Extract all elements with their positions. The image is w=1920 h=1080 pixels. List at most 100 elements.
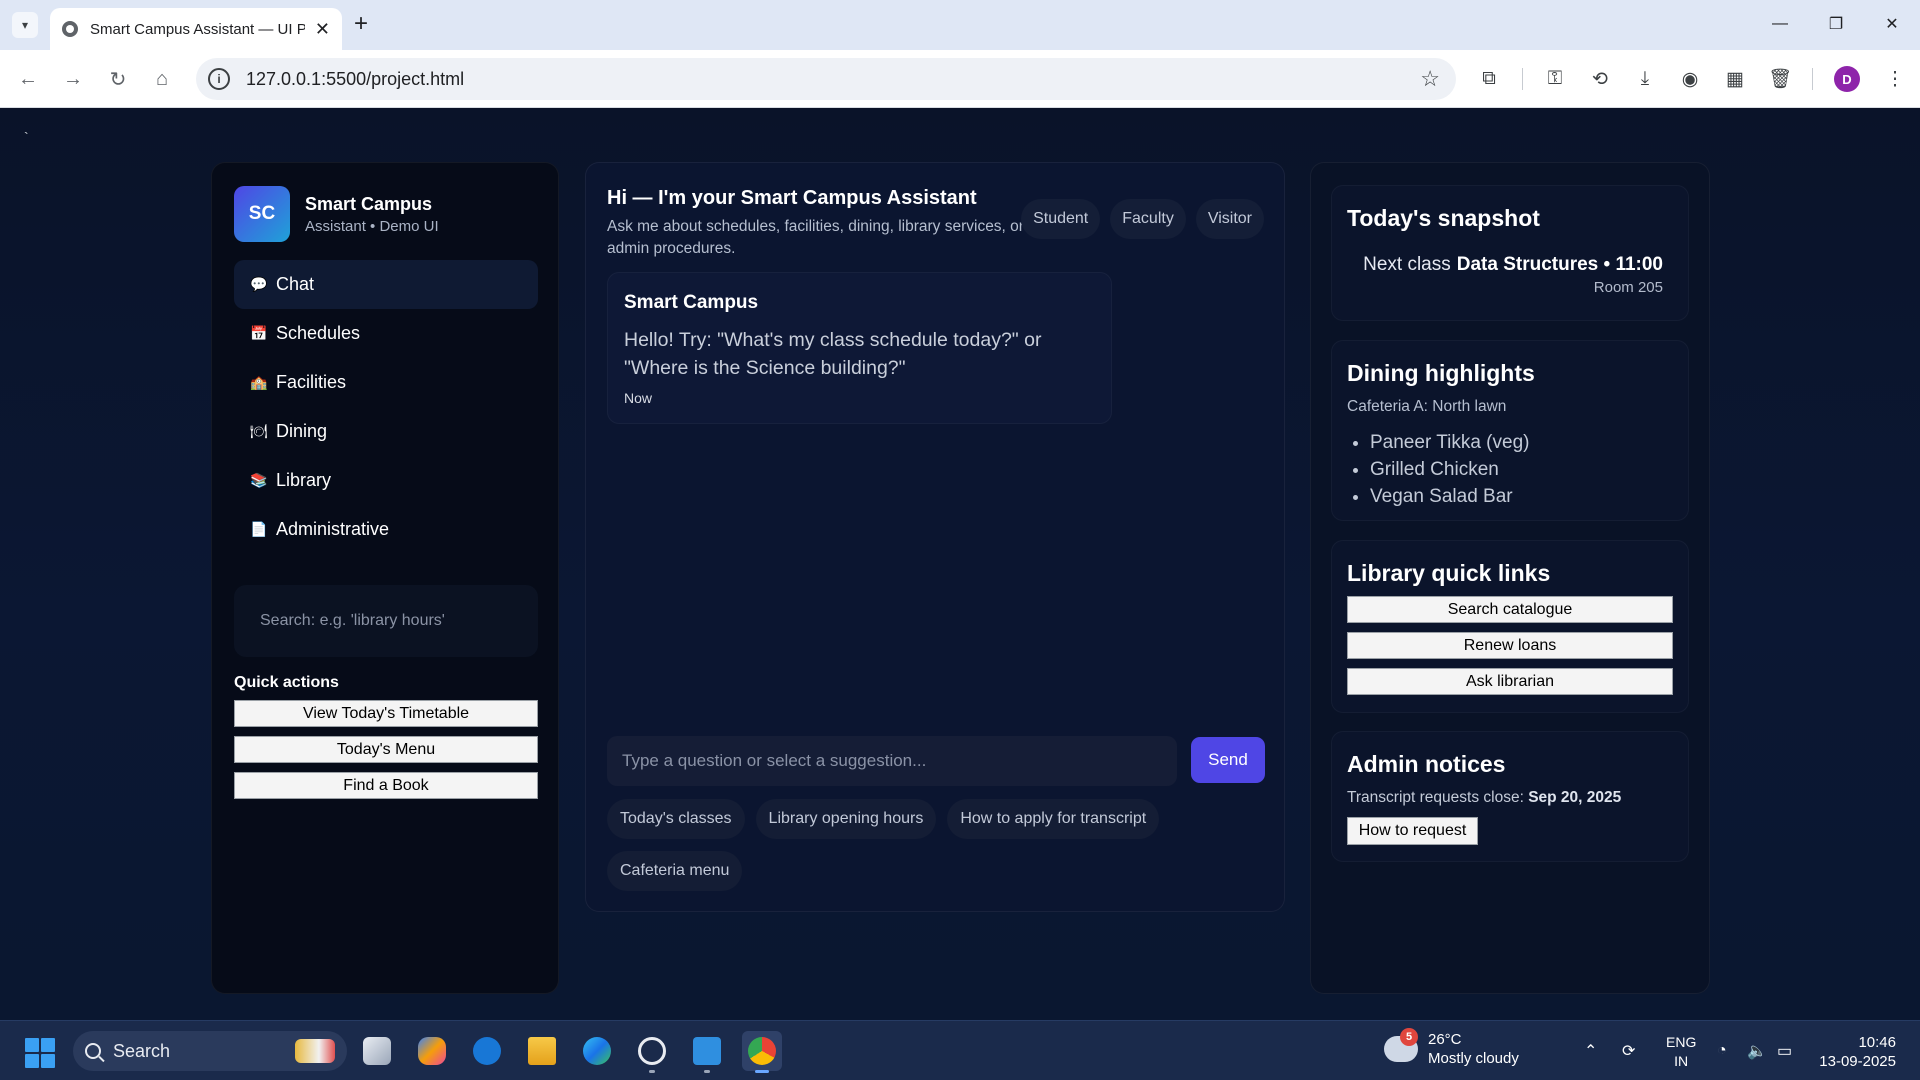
hp-icon[interactable] — [467, 1031, 507, 1071]
admin-title: Admin notices — [1347, 751, 1506, 777]
site-info-icon[interactable]: i — [208, 68, 230, 90]
url-text: 127.0.0.1:5500/project.html — [246, 68, 465, 89]
sidebar-item-facilities[interactable]: 🏫 Facilities — [234, 358, 538, 407]
bookmark-star-icon[interactable]: ☆ — [1420, 66, 1440, 92]
vscode-icon[interactable] — [687, 1031, 727, 1073]
qr-code-icon[interactable]: ▦ — [1720, 64, 1750, 94]
sidebar-search-input[interactable]: Search: e.g. 'library hours' — [234, 585, 538, 657]
clock-date: 13-09-2025 — [1819, 1053, 1896, 1070]
dining-title: Dining highlights — [1347, 360, 1535, 386]
suggestion-chip[interactable]: Today's classes — [607, 799, 745, 839]
home-icon[interactable]: ⌂ — [148, 65, 176, 93]
message-time: Now — [624, 390, 653, 406]
taskbar-search[interactable]: Search — [73, 1031, 347, 1071]
room-number: Room 205 — [1593, 279, 1663, 296]
profile-avatar[interactable]: D — [1834, 66, 1860, 92]
role-faculty-chip[interactable]: Faculty — [1110, 199, 1186, 239]
dining-item: Paneer Tikka (veg) — [1370, 429, 1529, 456]
task-view-icon[interactable] — [357, 1031, 397, 1071]
school-building-icon: 🏫 — [250, 374, 268, 390]
quick-actions-title: Quick actions — [234, 674, 339, 691]
chat-subtitle: Ask me about schedules, facilities, dini… — [607, 218, 1024, 257]
restore-icon[interactable]: ❐ — [1808, 0, 1864, 48]
address-bar[interactable]: i 127.0.0.1:5500/project.html ☆ — [196, 58, 1456, 100]
copilot-icon[interactable] — [412, 1031, 452, 1071]
edge-icon[interactable] — [577, 1031, 617, 1071]
chatgpt-icon[interactable] — [632, 1031, 672, 1073]
clock[interactable]: 10:46 13-09-2025 — [1816, 1033, 1896, 1071]
next-class-label: Next class — [1363, 254, 1451, 275]
menu-kebab-icon[interactable]: ⋮ — [1880, 64, 1910, 94]
suggestion-chips: Today's classes Library opening hours Ho… — [607, 799, 1247, 891]
sync-icon[interactable]: ⟳ — [1622, 1021, 1635, 1080]
library-card: Library quick links Search catalogue Ren… — [1331, 540, 1689, 713]
sidebar-item-chat[interactable]: 💬 Chat — [234, 260, 538, 309]
message-text: Hello! Try: "What's my class schedule to… — [624, 329, 1042, 379]
battery-icon[interactable]: ▭ — [1777, 1021, 1792, 1080]
chat-title: Hi — I'm your Smart Campus Assistant — [607, 187, 977, 209]
language-indicator[interactable]: ENG IN — [1666, 1033, 1696, 1071]
close-window-icon[interactable]: ✕ — [1864, 0, 1920, 48]
speech-bubble-icon: 💬 — [250, 276, 268, 292]
reload-icon[interactable]: ↻ — [104, 65, 132, 93]
extensions-icon[interactable]: ⧉ — [1474, 64, 1504, 94]
page: ` SC Smart Campus Assistant • Demo UI 💬 … — [0, 109, 1920, 1020]
notice-date: Sep 20, 2025 — [1528, 789, 1622, 806]
wifi-icon[interactable]: ◔ — [1717, 1021, 1727, 1080]
region-code: IN — [1674, 1053, 1689, 1069]
weather-widget[interactable]: 5 26°C Mostly cloudy — [1384, 1028, 1519, 1068]
sidebar-item-library[interactable]: 📚 Library — [234, 456, 538, 505]
back-icon[interactable]: ← — [14, 65, 42, 93]
find-book-button[interactable]: Find a Book — [234, 772, 538, 799]
browser-tab[interactable]: Smart Campus Assistant — UI P ✕ — [50, 8, 342, 50]
dining-card: Dining highlights Cafeteria A: North law… — [1331, 340, 1689, 521]
chat-input[interactable]: Type a question or select a suggestion..… — [607, 736, 1177, 786]
plate-cutlery-icon: 🍽 — [250, 423, 268, 439]
how-to-request-button[interactable]: How to request — [1347, 817, 1478, 845]
history-icon[interactable]: ⟲ — [1585, 64, 1615, 94]
chrome-icon[interactable] — [742, 1031, 782, 1073]
screenshot-icon[interactable]: ◉ — [1675, 64, 1705, 94]
sidebar-item-dining[interactable]: 🍽 Dining — [234, 407, 538, 456]
minimize-icon[interactable]: — — [1752, 0, 1808, 48]
suggestion-chip[interactable]: Library opening hours — [755, 799, 937, 839]
sidebar-item-label: Schedules — [276, 323, 361, 343]
brand-name: Smart Campus — [305, 193, 433, 214]
role-visitor-chip[interactable]: Visitor — [1195, 199, 1264, 239]
sidebar-item-label: Chat — [276, 274, 315, 294]
tab-title: Smart Campus Assistant — UI P — [90, 20, 305, 38]
windows-start-icon[interactable] — [25, 1038, 55, 1068]
document-icon: 📄 — [250, 521, 268, 537]
suggestion-chip[interactable]: How to apply for transcript — [947, 799, 1160, 839]
trash-icon[interactable]: 🗑 — [1765, 64, 1795, 94]
sidebar-item-schedules[interactable]: 📅 Schedules — [234, 309, 538, 358]
ask-librarian-button[interactable]: Ask librarian — [1347, 668, 1673, 695]
suggestion-chip[interactable]: Cafeteria menu — [607, 851, 743, 891]
search-catalogue-button[interactable]: Search catalogue — [1347, 596, 1673, 623]
forward-icon[interactable]: → — [59, 65, 87, 93]
view-timetable-button[interactable]: View Today's Timetable — [234, 700, 538, 727]
file-explorer-icon[interactable] — [522, 1031, 562, 1071]
todays-menu-button[interactable]: Today's Menu — [234, 736, 538, 763]
download-icon[interactable]: ⤓ — [1630, 64, 1660, 94]
sidebar-item-label: Administrative — [276, 519, 390, 539]
volume-icon[interactable]: 🔈 — [1747, 1021, 1767, 1080]
brand-subtitle: Assistant • Demo UI — [305, 217, 439, 235]
new-tab-icon[interactable]: + — [354, 10, 368, 38]
dining-item: Vegan Salad Bar — [1370, 483, 1529, 510]
show-hidden-icons-chevron-icon[interactable]: ⌃ — [1584, 1021, 1597, 1080]
dining-item: Grilled Chicken — [1370, 456, 1529, 483]
notice-label: Transcript requests close: — [1347, 789, 1524, 806]
role-student-chip[interactable]: Student — [1021, 199, 1101, 239]
browser-toolbar: ← → ↻ ⌂ i 127.0.0.1:5500/project.html ☆ … — [0, 50, 1920, 108]
brand-logo: SC — [234, 186, 290, 242]
tab-search-chevron-icon[interactable]: ▾ — [12, 12, 38, 38]
close-tab-icon[interactable]: ✕ — [315, 19, 330, 40]
sidebar-item-label: Library — [276, 470, 332, 490]
send-button[interactable]: Send — [1191, 737, 1265, 783]
renew-loans-button[interactable]: Renew loans — [1347, 632, 1673, 659]
password-key-icon[interactable]: ⚿ — [1540, 64, 1570, 94]
sidebar-item-administrative[interactable]: 📄 Administrative — [234, 505, 538, 554]
message-sender: Smart Campus — [624, 292, 759, 313]
browser-tab-bar: ▾ Smart Campus Assistant — UI P ✕ + — ❐ … — [0, 0, 1920, 50]
